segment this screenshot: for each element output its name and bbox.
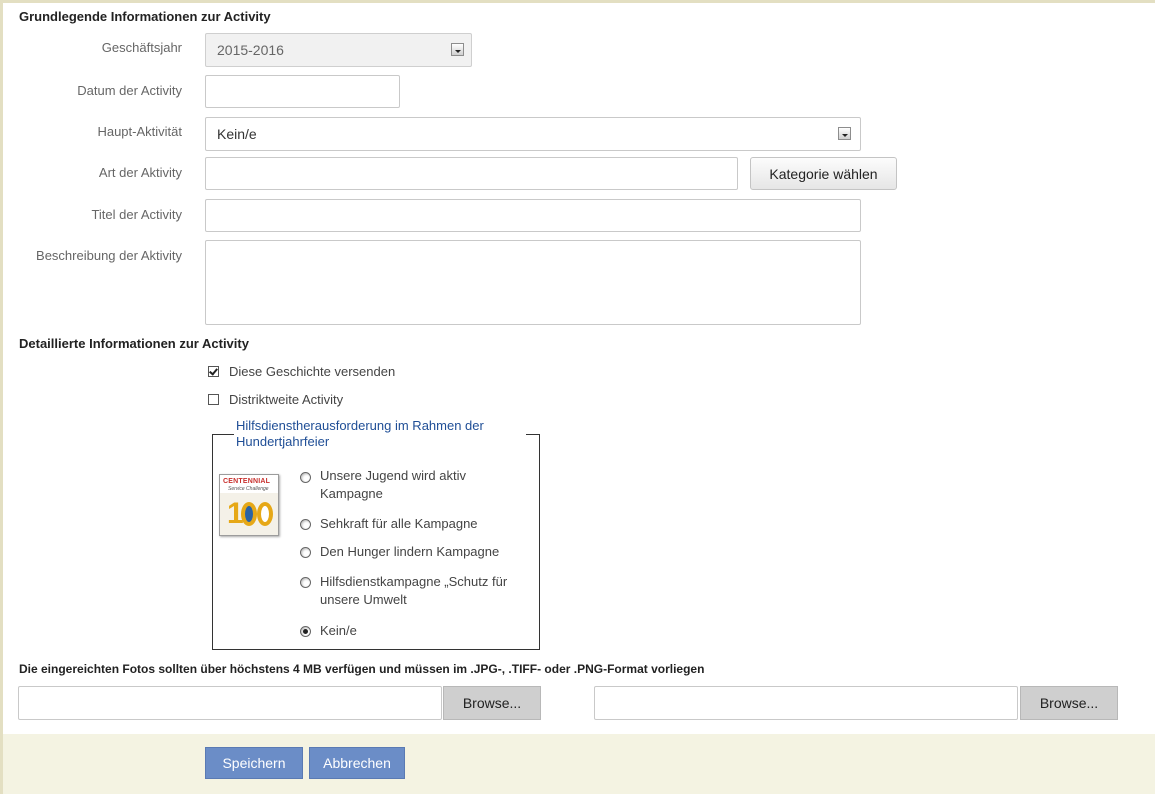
browse-button-2[interactable]: Browse... xyxy=(1020,686,1118,720)
date-input[interactable] xyxy=(205,75,400,108)
description-textarea[interactable] xyxy=(205,240,861,325)
radio-hunger-campaign[interactable] xyxy=(300,547,311,558)
fiscal-year-label: Geschäftsjahr xyxy=(101,40,182,55)
choose-category-button[interactable]: Kategorie wählen xyxy=(750,157,897,190)
activity-title-input[interactable] xyxy=(205,199,861,232)
date-label: Datum der Activity xyxy=(77,83,182,98)
radio-sight-campaign[interactable] xyxy=(300,519,311,530)
radio-none[interactable] xyxy=(300,626,311,637)
radio-label-sight-campaign: Sehkraft für alle Kampagne xyxy=(320,516,478,531)
photo-requirements-note: Die eingereichten Fotos sollten über höc… xyxy=(19,662,705,676)
logo-zero-left xyxy=(241,502,257,526)
fieldset-border xyxy=(212,434,234,435)
activity-type-input[interactable] xyxy=(205,157,738,190)
section-title-basic: Grundlegende Informationen zur Activity xyxy=(19,9,271,24)
chevron-down-icon[interactable] xyxy=(451,43,464,56)
browse-button-1[interactable]: Browse... xyxy=(443,686,541,720)
photo-file-input-1[interactable] xyxy=(18,686,442,720)
centennial-logo: CENTENNIAL Service Challenge 1 xyxy=(219,474,279,536)
logo-zero-right xyxy=(257,502,273,526)
activity-type-label: Art der Aktivity xyxy=(98,165,182,180)
action-bar xyxy=(3,734,1155,794)
send-story-checkbox[interactable] xyxy=(208,366,219,377)
district-wide-label: Distriktweite Activity xyxy=(229,392,344,407)
main-activity-label: Haupt-Aktivität xyxy=(97,124,182,139)
logo-title: CENTENNIAL xyxy=(223,478,271,485)
district-wide-checkbox[interactable] xyxy=(208,394,219,405)
cancel-button[interactable]: Abbrechen xyxy=(309,747,405,779)
radio-label-hunger-campaign: Den Hunger lindern Kampagne xyxy=(320,544,500,559)
radio-label-environment-campaign: Hilfsdienstkampagne „Schutz für unsere U… xyxy=(320,574,508,607)
activity-title-label: Titel der Activity xyxy=(91,207,182,222)
chevron-down-icon[interactable] xyxy=(838,127,851,140)
main-activity-select[interactable]: Kein/e xyxy=(205,117,861,151)
logo-subtitle: Service Challenge xyxy=(228,486,269,492)
send-story-label: Diese Geschichte versenden xyxy=(229,364,396,379)
radio-label-youth-campaign: Unsere Jugend wird aktiv Kampagne xyxy=(320,468,466,501)
photo-file-input-2[interactable] xyxy=(594,686,1018,720)
fiscal-year-select[interactable]: 2015-2016 xyxy=(205,33,472,67)
section-title-detail: Detaillierte Informationen zur Activity xyxy=(19,336,249,351)
radio-youth-campaign[interactable] xyxy=(300,472,311,483)
main-activity-value: Kein/e xyxy=(217,126,257,142)
radio-label-none: Kein/e xyxy=(320,623,357,638)
description-label: Beschreibung der Aktivity xyxy=(36,248,182,263)
fieldset-border xyxy=(526,434,540,435)
centennial-legend: Hilfsdienstherausforderung im Rahmen der… xyxy=(236,418,526,450)
save-button[interactable]: Speichern xyxy=(205,747,303,779)
fiscal-year-value: 2015-2016 xyxy=(217,42,284,58)
radio-environment-campaign[interactable] xyxy=(300,577,311,588)
